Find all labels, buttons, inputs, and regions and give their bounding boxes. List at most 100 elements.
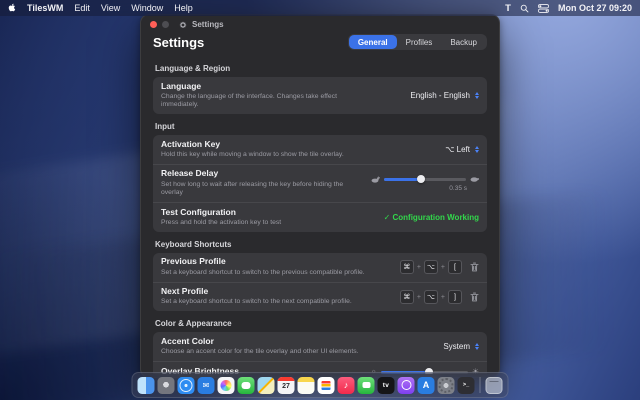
music-note-icon: ♪: [344, 380, 349, 390]
group-color-appearance: Accent Color Choose an accent color for …: [153, 332, 487, 374]
chevron-updown-icon: [475, 92, 479, 99]
setting-label: Accent Color: [161, 337, 433, 347]
row-text: Previous Profile Set a keyboard shortcut…: [161, 257, 390, 277]
control-center-icon[interactable]: [538, 2, 549, 14]
setting-label: Previous Profile: [161, 257, 390, 267]
dock-calendar-icon[interactable]: 27: [278, 377, 295, 394]
setting-description: Set how long to wait after releasing the…: [161, 181, 361, 198]
mail-envelope-icon: ✉: [203, 381, 210, 390]
dock-system-settings-icon[interactable]: [438, 377, 455, 394]
chevron-updown-icon: [475, 146, 479, 153]
tab-profiles[interactable]: Profiles: [397, 35, 442, 49]
settings-window: Settings Settings General Profiles Backu…: [140, 14, 500, 378]
slider-fill: [384, 178, 421, 181]
row-activation-key: Activation Key Hold this key while movin…: [153, 135, 487, 164]
row-text: Accent Color Choose an accent color for …: [161, 337, 433, 357]
window-title: Settings: [192, 20, 224, 29]
dock-notes-icon[interactable]: [298, 377, 315, 394]
dock-finder-icon[interactable]: [138, 377, 155, 394]
apple-icon[interactable]: [8, 2, 16, 14]
dock-appletv-icon[interactable]: tv: [378, 377, 395, 394]
release-delay-slider[interactable]: 0.35 s: [371, 176, 479, 192]
activation-key-dropdown[interactable]: ⌥ Left: [445, 145, 479, 154]
appstore-glyph: A: [423, 380, 430, 390]
slider-knob[interactable]: [417, 175, 425, 183]
minimize-button[interactable]: [162, 21, 169, 28]
dock-safari-icon[interactable]: [178, 377, 195, 394]
plus-separator: +: [441, 264, 445, 271]
setting-description: Choose an accent color for the tile over…: [161, 348, 366, 356]
row-release-delay: Release Delay Set how long to wait after…: [153, 164, 487, 202]
group-language-region: Language Change the language of the inte…: [153, 77, 487, 114]
plus-separator: +: [417, 294, 421, 301]
setting-description: Set a keyboard shortcut to switch to the…: [161, 269, 366, 277]
calendar-day: 27: [282, 383, 290, 390]
previous-profile-shortcut-recorder[interactable]: ⌘ + ⌥ + [: [400, 260, 479, 274]
tab-general[interactable]: General: [349, 35, 397, 49]
row-text: Next Profile Set a keyboard shortcut to …: [161, 287, 390, 307]
dock-launchpad-icon[interactable]: [158, 377, 175, 394]
dropdown-value: ⌥ Left: [445, 145, 470, 154]
row-next-profile: Next Profile Set a keyboard shortcut to …: [153, 282, 487, 312]
tab-backup[interactable]: Backup: [441, 35, 486, 49]
menu-bar-left: TilesWM Edit View Window Help: [8, 2, 193, 14]
dock-reminders-icon[interactable]: [318, 377, 335, 394]
row-test-configuration: Test Configuration Press and hold the ac…: [153, 202, 487, 232]
row-accent-color: Accent Color Choose an accent color for …: [153, 332, 487, 361]
dock-appstore-icon[interactable]: A: [418, 377, 435, 394]
menu-item-view[interactable]: View: [101, 3, 120, 13]
section-title-keyboard-shortcuts: Keyboard Shortcuts: [155, 240, 485, 249]
dock-facetime-icon[interactable]: [358, 377, 375, 394]
tv-label: tv: [383, 382, 389, 389]
section-title-input: Input: [155, 122, 485, 131]
delete-shortcut-button[interactable]: [470, 262, 479, 272]
setting-description: Set a keyboard shortcut to switch to the…: [161, 298, 366, 306]
settings-content: Language & Region Language Change the la…: [141, 56, 499, 374]
terminal-prompt: >_: [463, 382, 469, 388]
language-dropdown[interactable]: English - English: [410, 91, 479, 100]
dock-music-icon[interactable]: ♪: [338, 377, 355, 394]
configuration-status-badge: ✓ Configuration Working: [384, 213, 479, 222]
dock-mail-icon[interactable]: ✉: [198, 377, 215, 394]
accent-color-dropdown[interactable]: System: [443, 342, 479, 351]
setting-label: Language: [161, 82, 400, 92]
dock: ✉ 27 ♪ tv A >_: [132, 372, 509, 398]
section-title-color-appearance: Color & Appearance: [155, 319, 485, 328]
menu-bar: TilesWM Edit View Window Help T Mon Oct …: [0, 0, 640, 16]
menu-bar-status-area: T Mon Oct 27 09:20: [505, 2, 632, 14]
menu-item-help[interactable]: Help: [174, 3, 193, 13]
tab-bar: General Profiles Backup: [348, 34, 487, 50]
delete-shortcut-button[interactable]: [470, 292, 479, 302]
long-delay-icon: [470, 176, 479, 182]
gear-icon: [179, 21, 187, 29]
menu-item-edit[interactable]: Edit: [74, 3, 90, 13]
page-title: Settings: [153, 35, 204, 50]
menu-bar-clock[interactable]: Mon Oct 27 09:20: [558, 3, 632, 13]
setting-description: Hold this key while moving a window to s…: [161, 151, 366, 159]
setting-label: Activation Key: [161, 140, 435, 150]
keycap-bracket-left: [: [448, 260, 462, 274]
slider-track[interactable]: [384, 178, 466, 181]
tileswm-status-icon[interactable]: T: [505, 2, 511, 14]
dock-photos-icon[interactable]: [218, 377, 235, 394]
dock-terminal-icon[interactable]: >_: [458, 377, 475, 394]
dock-podcasts-icon[interactable]: [398, 377, 415, 394]
keycap-command: ⌘: [400, 260, 414, 274]
chevron-updown-icon: [475, 343, 479, 350]
keycap-bracket-right: ]: [448, 290, 462, 304]
dock-trash-icon[interactable]: [486, 377, 503, 394]
close-button[interactable]: [150, 21, 157, 28]
next-profile-shortcut-recorder[interactable]: ⌘ + ⌥ + ]: [400, 290, 479, 304]
section-title-language-region: Language & Region: [155, 64, 485, 73]
dock-maps-icon[interactable]: [258, 377, 275, 394]
window-titlebar[interactable]: Settings: [141, 15, 499, 31]
dock-separator: [480, 377, 481, 393]
menu-item-app[interactable]: TilesWM: [27, 3, 63, 13]
search-icon[interactable]: [520, 2, 529, 14]
row-previous-profile: Previous Profile Set a keyboard shortcut…: [153, 253, 487, 282]
menu-item-window[interactable]: Window: [131, 3, 163, 13]
short-delay-icon: [371, 176, 380, 183]
setting-label: Next Profile: [161, 287, 390, 297]
dock-messages-icon[interactable]: [238, 377, 255, 394]
row-text: Test Configuration Press and hold the ac…: [161, 208, 374, 228]
